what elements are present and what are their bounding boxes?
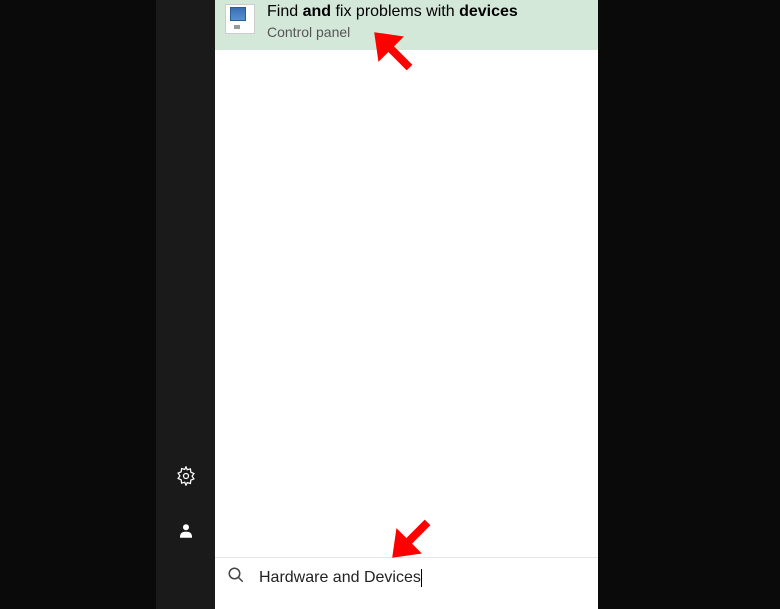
search-result-subtitle: Control panel (267, 24, 518, 40)
right-border (598, 0, 780, 609)
text-caret (421, 569, 422, 587)
user-icon[interactable] (177, 522, 195, 545)
start-menu-sidebar (156, 0, 215, 609)
device-troubleshoot-icon (225, 4, 255, 34)
search-results-panel: Find and fix problems with devices Contr… (215, 0, 598, 609)
search-input-text: Hardware and Devices (259, 569, 421, 587)
search-result-item[interactable]: Find and fix problems with devices Contr… (215, 0, 598, 50)
settings-icon[interactable] (176, 466, 196, 491)
search-bar[interactable]: Hardware and Devices (215, 557, 598, 597)
search-result-text: Find and fix problems with devices Contr… (267, 2, 518, 40)
search-result-title: Find and fix problems with devices (267, 2, 518, 21)
search-icon (227, 566, 245, 589)
